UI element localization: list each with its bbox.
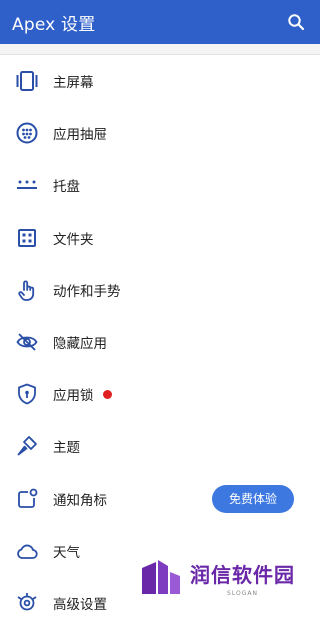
menu-item-theme[interactable]: 主题 <box>0 420 320 472</box>
menu-item-label: 文件夹 <box>53 231 94 248</box>
weather-cloud-icon <box>16 540 38 562</box>
dock-icon <box>16 174 38 196</box>
free-trial-button[interactable]: 免费体验 <box>212 484 294 513</box>
menu-item-app-lock[interactable]: 应用锁 <box>0 368 320 420</box>
menu-item-label: 动作和手势 <box>53 283 121 300</box>
app-lock-icon <box>16 383 38 405</box>
gesture-icon <box>16 279 38 301</box>
menu-item-hidden-apps[interactable]: 隐藏应用 <box>0 316 320 368</box>
home-screen-icon <box>16 70 38 92</box>
hidden-apps-icon <box>16 331 38 353</box>
menu-item-app-drawer[interactable]: 应用抽屉 <box>0 107 320 159</box>
app-bar: Apex 设置 <box>0 0 320 44</box>
menu-item-label: 应用锁 <box>53 388 94 405</box>
page-title: Apex 设置 <box>12 14 96 35</box>
theme-brush-icon <box>16 435 38 457</box>
menu-item-label: 通知角标 <box>53 492 107 509</box>
new-badge-dot <box>102 389 112 399</box>
menu-item-label: 隐藏应用 <box>53 336 107 353</box>
watermark-overlay: 润信软件园 SLOGAN <box>120 553 320 603</box>
menu-item-home-screen[interactable]: 主屏幕 <box>0 55 320 107</box>
watermark-brand-name: 润信软件园 <box>190 563 295 587</box>
menu-item-gestures[interactable]: 动作和手势 <box>0 264 320 316</box>
folder-icon <box>16 227 38 249</box>
menu-item-notification-badges[interactable]: 通知角标 免费体验 <box>0 473 320 525</box>
settings-list: 主屏幕 应用抽屉 托盘 文件夹 动作和手势 隐藏应用 应用锁 主题 通知角标 免… <box>0 55 320 629</box>
toolbar-shadow-strip <box>0 44 320 55</box>
menu-item-label: 主题 <box>53 440 80 457</box>
menu-item-dock[interactable]: 托盘 <box>0 159 320 211</box>
menu-item-label: 应用抽屉 <box>53 127 107 144</box>
app-drawer-icon <box>16 122 38 144</box>
watermark-logo-icon <box>140 558 182 598</box>
menu-item-label: 主屏幕 <box>53 75 94 92</box>
menu-item-label: 天气 <box>53 544 80 561</box>
search-icon[interactable] <box>284 10 308 34</box>
notification-badge-icon <box>16 488 38 510</box>
watermark-slogan: SLOGAN <box>227 590 258 597</box>
menu-item-folder[interactable]: 文件夹 <box>0 212 320 264</box>
menu-item-label: 托盘 <box>53 179 80 196</box>
